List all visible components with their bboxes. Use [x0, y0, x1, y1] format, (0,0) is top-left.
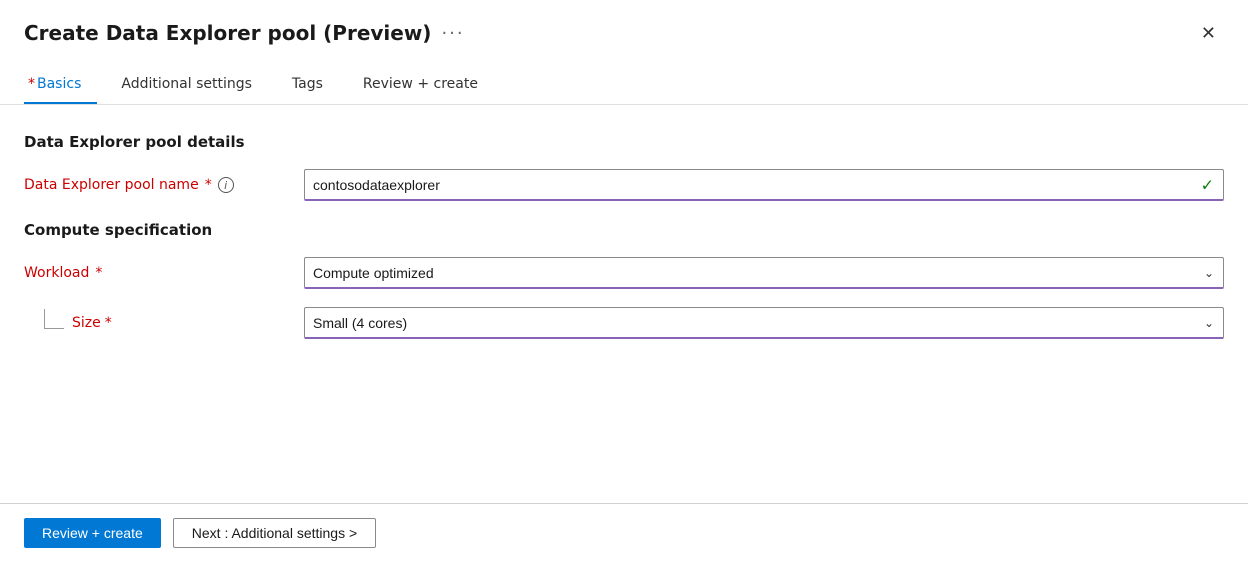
tab-additional-settings-label: Additional settings — [121, 76, 252, 92]
pool-name-row: Data Explorer pool name * i ✓ — [24, 169, 1224, 201]
size-select[interactable]: Extra small (2 cores) Small (4 cores) Me… — [304, 307, 1224, 339]
workload-select-wrapper: Compute optimized Storage optimized ⌄ — [304, 257, 1224, 289]
tab-basics[interactable]: *Basics — [24, 68, 97, 104]
pool-details-section: Data Explorer pool details Data Explorer… — [24, 133, 1224, 201]
size-row: Size * Extra small (2 cores) Small (4 co… — [24, 307, 1224, 339]
pool-details-title: Data Explorer pool details — [24, 133, 1224, 151]
close-button[interactable]: ✕ — [1193, 20, 1224, 46]
name-required-star: * — [205, 177, 212, 193]
info-icon[interactable]: i — [218, 177, 234, 193]
workload-label: Workload — [24, 265, 89, 281]
tabs-container: *Basics Additional settings Tags Review … — [0, 56, 1248, 105]
tab-tags-label: Tags — [292, 76, 323, 92]
tab-review-create-label: Review + create — [363, 76, 478, 92]
tree-connector-icon — [44, 309, 64, 329]
pool-name-label: Data Explorer pool name — [24, 177, 199, 193]
tab-tags[interactable]: Tags — [288, 68, 339, 104]
next-additional-settings-button[interactable]: Next : Additional settings > — [173, 518, 376, 548]
size-label: Size — [72, 315, 101, 331]
pool-name-input[interactable] — [304, 169, 1224, 201]
tabs: *Basics Additional settings Tags Review … — [24, 68, 1224, 104]
workload-select[interactable]: Compute optimized Storage optimized — [304, 257, 1224, 289]
workload-label-area: Workload * — [24, 265, 304, 281]
review-create-button[interactable]: Review + create — [24, 518, 161, 548]
more-icon[interactable]: ··· — [441, 23, 464, 44]
dialog-header: Create Data Explorer pool (Preview) ··· … — [0, 0, 1248, 56]
tab-additional-settings[interactable]: Additional settings — [117, 68, 268, 104]
name-valid-checkmark: ✓ — [1201, 176, 1214, 195]
workload-required-star: * — [95, 265, 102, 281]
workload-row: Workload * Compute optimized Storage opt… — [24, 257, 1224, 289]
compute-spec-section: Compute specification Workload * Compute… — [24, 221, 1224, 339]
size-select-wrapper: Extra small (2 cores) Small (4 cores) Me… — [304, 307, 1224, 339]
size-label-area: Size * — [24, 315, 304, 331]
size-required-star: * — [105, 315, 112, 331]
dialog-title-area: Create Data Explorer pool (Preview) ··· — [24, 21, 465, 45]
pool-name-input-wrapper: ✓ — [304, 169, 1224, 201]
basics-required-star: * — [28, 76, 35, 92]
dialog-title: Create Data Explorer pool (Preview) — [24, 21, 431, 45]
tab-basics-label: Basics — [37, 76, 81, 92]
tab-review-create[interactable]: Review + create — [359, 68, 494, 104]
create-dialog: Create Data Explorer pool (Preview) ··· … — [0, 0, 1248, 562]
form-body: Data Explorer pool details Data Explorer… — [0, 105, 1248, 503]
compute-spec-title: Compute specification — [24, 221, 1224, 239]
pool-name-label-area: Data Explorer pool name * i — [24, 177, 304, 193]
footer: Review + create Next : Additional settin… — [0, 503, 1248, 562]
